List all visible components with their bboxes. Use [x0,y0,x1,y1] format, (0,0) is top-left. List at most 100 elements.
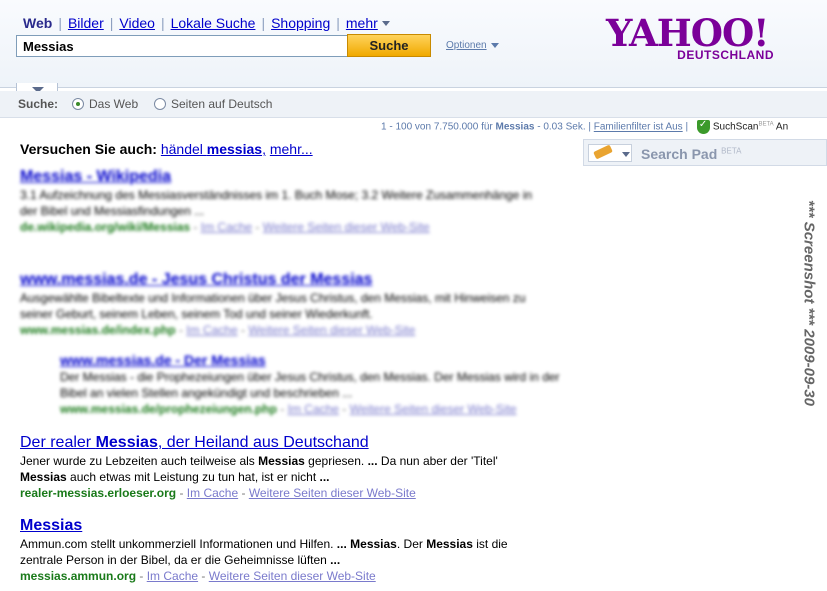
tab-bilder[interactable]: Bilder [68,15,104,31]
tab-web[interactable]: Web [23,15,52,31]
meta-separator: - [190,220,201,234]
result-url: www.messias.de/prophezeiungen.php [60,402,277,416]
snippet-text: gepriesen. [304,454,368,468]
meta-separator: - [238,486,249,500]
result-title-link[interactable]: www.messias.de - Jesus Christus der Mess… [20,271,540,289]
result-snippet: Ausgewählte Bibeltexte und Informationen… [20,291,526,321]
search-button[interactable]: Suche [347,34,431,57]
result-snippet: Der Messias - die Prophezeiungen über Je… [60,370,560,400]
search-header: Web | Bilder | Video | Lokale Suche | Sh… [0,0,827,88]
snippet-line: zentrale Person in der Bibel, da er die … [20,552,560,568]
family-filter-link[interactable]: Familienfilter ist Aus [594,122,683,133]
snippet-text: auch etwas mit Leistung zu tun hat, ist … [66,470,320,484]
chevron-down-icon[interactable] [381,20,390,26]
result-meta: messias.ammun.org - Im Cache - Weitere S… [20,568,560,584]
result-url: de.wikipedia.org/wiki/Messias [20,220,191,234]
result-meta: de.wikipedia.org/wiki/Messias - Im Cache… [20,219,540,235]
result-time: - 0.03 Sek. | [537,121,591,133]
beta-badge: BETA [758,121,774,128]
result-count: 1 - 100 von 7.750.000 für [381,121,493,133]
snippet-highlight: Messias [258,454,305,468]
tab-lokale-suche[interactable]: Lokale Suche [171,15,256,31]
snippet-ellipsis: ... [319,470,330,484]
also-try-more-link[interactable]: mehr... [270,141,313,157]
cache-link[interactable]: Im Cache [186,323,237,337]
suchscan-state[interactable]: An [776,122,788,133]
title-text[interactable]: , der Heiland aus Deutschand [158,434,369,451]
tab-shopping[interactable]: Shopping [271,15,330,31]
result-meta: www.messias.de/prophezeiungen.php - Im C… [60,401,565,417]
snippet-highlight: Messias [426,537,473,551]
also-try-label: Versuchen Sie auch: [20,141,157,157]
chevron-down-icon [622,152,630,157]
scope-option-label: Seiten auf Deutsch [171,97,273,111]
title-highlight[interactable]: Messias [20,517,82,534]
scope-option-web[interactable]: Das Web [72,97,138,111]
search-result: Messias Ammun.com stellt unkommerziell I… [20,517,560,584]
scope-option-german[interactable]: Seiten auf Deutsch [154,97,272,111]
tab-separator: | [58,15,62,31]
also-try-link-text[interactable]: händel messias, [161,141,266,157]
tab-separator: | [336,15,340,31]
result-title-link[interactable]: Messias [20,517,560,535]
options-link[interactable]: Optionen [446,40,499,51]
more-from-site-link[interactable]: Weitere Seiten dieser Web-Site [263,220,430,234]
shield-icon [696,119,710,134]
meta-separator: - [176,486,187,500]
result-title-link[interactable]: www.messias.de - Der Messias [60,352,565,368]
search-pad-label[interactable]: Search Pad BETA [641,146,741,162]
more-from-site-link[interactable]: Weitere Seiten dieser Web-Site [350,402,517,416]
search-result: Messias - Wikipedia 3.1 Aufzeichnung des… [20,168,540,235]
snippet-text: ist die [472,537,508,551]
snippet-text: Da nun aber der 'Titel' [377,454,498,468]
title-highlight[interactable]: Messias [96,434,158,451]
result-title-link[interactable]: Messias - Wikipedia [20,168,540,186]
cache-link[interactable]: Im Cache [288,402,339,416]
radio-selected-icon[interactable] [72,98,84,110]
watermark-text: *** Screenshot *** 2009-09-30 [800,200,818,406]
search-result: Der realer Messias, der Heiland aus Deut… [20,434,560,501]
yahoo-logo[interactable]: YAHOO! DEUTSCHLAND [606,14,778,66]
snippet-line: Jener wurde zu Lebzeiten auch teilweise … [20,453,560,469]
meta-separator: - [252,220,263,234]
more-from-site-link[interactable]: Weitere Seiten dieser Web-Site [209,569,376,583]
options-label[interactable]: Optionen [446,40,487,51]
snippet-ellipsis: ... [367,454,378,468]
result-meta: www.messias.de/index.php - Im Cache - We… [20,322,540,338]
cache-link[interactable]: Im Cache [147,569,198,583]
search-pad-title[interactable]: Search Pad [641,146,717,162]
tab-separator: | [261,15,266,31]
tab-video[interactable]: Video [119,15,155,31]
more-from-site-link[interactable]: Weitere Seiten dieser Web-Site [248,323,415,337]
meta-separator: - [136,569,147,583]
also-try-link[interactable]: händel messias, [161,141,266,157]
also-try: Versuchen Sie auch: händel messias, mehr… [20,141,313,157]
meta-separator: - [338,402,350,416]
snippet-highlight: Messias [350,537,397,551]
meta-separator: - [175,323,187,337]
result-url: messias.ammun.org [20,569,137,583]
meta-separator: - [198,569,209,583]
snippet-text: zentrale Person in der Bibel, da er die … [20,553,331,567]
pencil-icon [593,144,613,160]
radio-unselected-icon[interactable] [154,98,166,110]
suchscan-label: SuchScan [712,121,759,133]
tab-separator: | [109,15,114,31]
snippet-ellipsis: ... [330,553,341,567]
snippet-line: Messias auch etwas mit Leistung zu tun h… [20,469,560,485]
more-from-site-link[interactable]: Weitere Seiten dieser Web-Site [249,486,416,500]
result-query: Messias [495,121,535,133]
tab-mehr[interactable]: mehr [346,15,378,31]
cache-link[interactable]: Im Cache [187,486,238,500]
search-pad-menu-button[interactable] [588,144,632,162]
title-text[interactable]: Der realer [20,434,96,451]
cache-link[interactable]: Im Cache [201,220,252,234]
meta-separator: - [276,402,288,416]
chevron-down-icon[interactable] [490,42,499,48]
result-url: realer-messias.erloeser.org [20,486,177,500]
also-try-highlight[interactable]: messias [207,141,262,157]
result-title-link[interactable]: Der realer Messias, der Heiland aus Deut… [20,434,560,452]
search-input[interactable] [16,35,348,57]
search-scope-bar: Suche: Das Web Seiten auf Deutsch [0,91,827,118]
tab-separator: | [160,15,165,31]
